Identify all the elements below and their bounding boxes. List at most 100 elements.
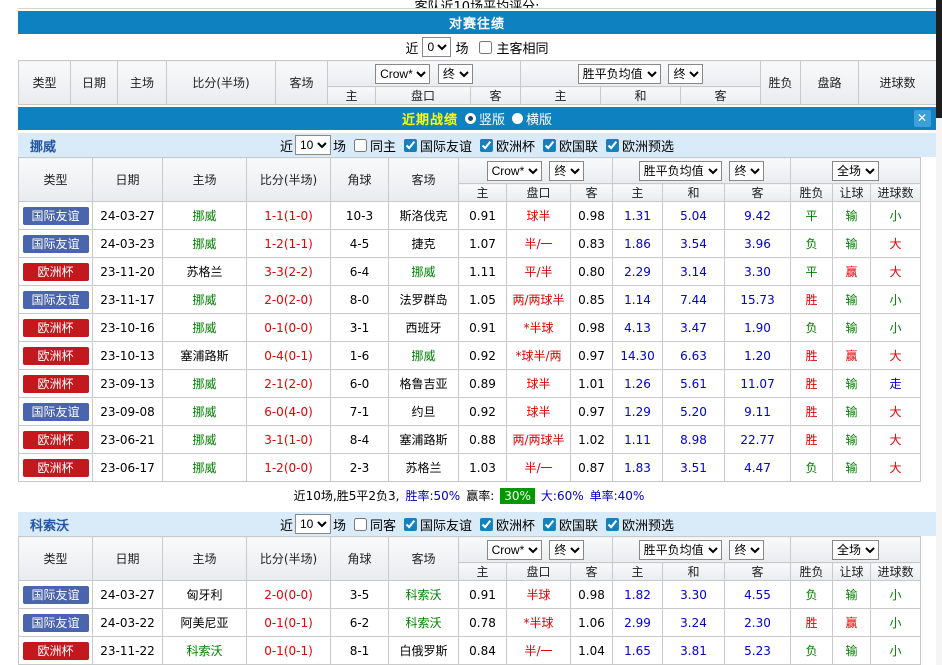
- scope-select[interactable]: 全场: [832, 540, 879, 560]
- col-home: 主场: [163, 158, 247, 202]
- wdl-period-select[interactable]: 终: [729, 540, 764, 560]
- cell: 2-1(2-0): [247, 370, 331, 398]
- cell: 3.30: [725, 258, 791, 286]
- cell: 8-4: [331, 426, 389, 454]
- odds-period-select[interactable]: 终: [549, 161, 584, 181]
- odds-company-select[interactable]: Crow*: [487, 161, 542, 181]
- cell: 输: [833, 637, 871, 665]
- odds-source-header: Crow* 终: [459, 158, 613, 184]
- close-icon[interactable]: ✕: [914, 110, 931, 127]
- same-away-checkbox[interactable]: [354, 518, 367, 531]
- competition-badge: 欧洲杯: [23, 459, 89, 477]
- same-home-away-label: 主客相同: [497, 38, 549, 57]
- col-goals: 进球数: [871, 184, 921, 202]
- col-letgoal: 让球: [833, 184, 871, 202]
- col-away: 客场: [276, 61, 328, 105]
- cell: 国际友谊: [19, 581, 93, 609]
- wdl-mean-select[interactable]: 胜平负均值: [639, 161, 722, 181]
- competition-badge: 欧洲杯: [23, 263, 89, 281]
- comp-eurocup-label: 欧洲杯: [496, 515, 535, 534]
- comp-euroqualifier-checkbox[interactable]: [606, 139, 619, 152]
- col-odds-home: 主: [328, 87, 376, 105]
- scrollbar-track[interactable]: [936, 0, 942, 665]
- norway-table-body: 国际友谊24-03-27挪威1-1(1-0)10-3斯洛伐克0.91球半0.98…: [19, 202, 921, 482]
- horizontal-radio[interactable]: [512, 113, 523, 124]
- cell: 科索沃: [389, 581, 459, 609]
- cell: 挪威: [389, 258, 459, 286]
- odds-source-header: Crow* 终: [459, 537, 613, 563]
- cell: 5.23: [725, 637, 791, 665]
- cell: 7-1: [331, 398, 389, 426]
- competition-badge: 欧洲杯: [23, 375, 89, 393]
- vertical-radio[interactable]: [465, 113, 476, 124]
- cell: 塞浦路斯: [389, 426, 459, 454]
- comp-eurocup-checkbox[interactable]: [480, 139, 493, 152]
- col-date: 日期: [93, 537, 163, 581]
- cell: 3-3(2-2): [247, 258, 331, 286]
- cell: 负: [791, 581, 833, 609]
- cell: 8-0: [331, 286, 389, 314]
- cell: 斯洛伐克: [389, 202, 459, 230]
- cell: 1.11: [459, 258, 507, 286]
- odds-company-select[interactable]: Crow*: [375, 64, 430, 84]
- cell: 3.47: [663, 314, 725, 342]
- wdl-mean-select[interactable]: 胜平负均值: [639, 540, 722, 560]
- cell: 8.98: [663, 426, 725, 454]
- table-row: 国际友谊24-03-23挪威1-2(1-1)4-5捷克1.07半/一0.831.…: [19, 230, 921, 258]
- cell: 24-03-27: [93, 202, 163, 230]
- cell: 3.24: [663, 609, 725, 637]
- cell: 4.55: [725, 581, 791, 609]
- wdl-source-header: 胜平负均值 终: [613, 537, 791, 563]
- col-wdl-lose: 客: [725, 184, 791, 202]
- wdl-period-select[interactable]: 终: [729, 161, 764, 181]
- cell: 3.14: [663, 258, 725, 286]
- cell: 胜: [791, 286, 833, 314]
- cell: 22.77: [725, 426, 791, 454]
- same-home-away-checkbox[interactable]: [479, 41, 492, 54]
- col-away: 客场: [389, 158, 459, 202]
- wdl-mean-select[interactable]: 胜平负均值: [578, 64, 661, 84]
- cell: 国际友谊: [19, 230, 93, 258]
- table-row: 国际友谊24-03-27匈牙利2-0(0-0)3-5科索沃0.91半球0.981…: [19, 581, 921, 609]
- col-wdl-win: 主: [521, 87, 601, 105]
- col-odds-home: 主: [459, 184, 507, 202]
- odds-period-select[interactable]: 终: [438, 64, 473, 84]
- comp-nationsleague-checkbox[interactable]: [543, 518, 556, 531]
- cell: 欧洲杯: [19, 314, 93, 342]
- same-home-label: 同主: [370, 136, 396, 155]
- col-date: 日期: [93, 158, 163, 202]
- cell: 挪威: [163, 426, 247, 454]
- scope-select[interactable]: 全场: [832, 161, 879, 181]
- table-row: 国际友谊24-03-22阿美尼亚0-1(0-1)6-2科索沃0.78*半球1.0…: [19, 609, 921, 637]
- comp-friendly-checkbox[interactable]: [404, 518, 417, 531]
- cell: 挪威: [389, 342, 459, 370]
- summary-text: 近10场,胜5平2负3,: [294, 487, 400, 504]
- odds-period-select[interactable]: 终: [549, 540, 584, 560]
- cell: 大: [871, 398, 921, 426]
- cell: 0.98: [571, 314, 613, 342]
- comp-friendly-checkbox[interactable]: [404, 139, 417, 152]
- col-home: 主场: [118, 61, 167, 105]
- kosovo-near-count-select[interactable]: 10: [295, 514, 331, 534]
- norway-near-count-select[interactable]: 10: [295, 135, 331, 155]
- comp-euroqualifier-checkbox[interactable]: [606, 518, 619, 531]
- cell: 输: [833, 314, 871, 342]
- wdl-period-select[interactable]: 终: [668, 64, 703, 84]
- col-result: 胜负: [761, 61, 801, 105]
- cell: 6.63: [663, 342, 725, 370]
- h2h-near-count-select[interactable]: 0: [422, 37, 451, 57]
- comp-nationsleague-checkbox[interactable]: [543, 139, 556, 152]
- odds-company-select[interactable]: Crow*: [487, 540, 542, 560]
- same-home-checkbox[interactable]: [354, 139, 367, 152]
- cell: 0-1(0-1): [247, 637, 331, 665]
- comp-eurocup-checkbox[interactable]: [480, 518, 493, 531]
- section-header-norway: 挪威 近 10 场 同主 国际友谊 欧洲杯 欧国联 欧洲预选: [18, 133, 936, 157]
- scope-header: 全场: [791, 158, 921, 184]
- col-wdl-lose: 客: [681, 87, 761, 105]
- scrollbar-thumb[interactable]: [936, 0, 942, 118]
- cell: 0.80: [571, 258, 613, 286]
- cell: 欧洲杯: [19, 454, 93, 482]
- table-row: 欧洲杯23-06-17挪威1-2(0-0)2-3苏格兰1.03半/一0.871.…: [19, 454, 921, 482]
- cell: 匈牙利: [163, 581, 247, 609]
- col-handicap-trend: 盘路: [801, 61, 859, 105]
